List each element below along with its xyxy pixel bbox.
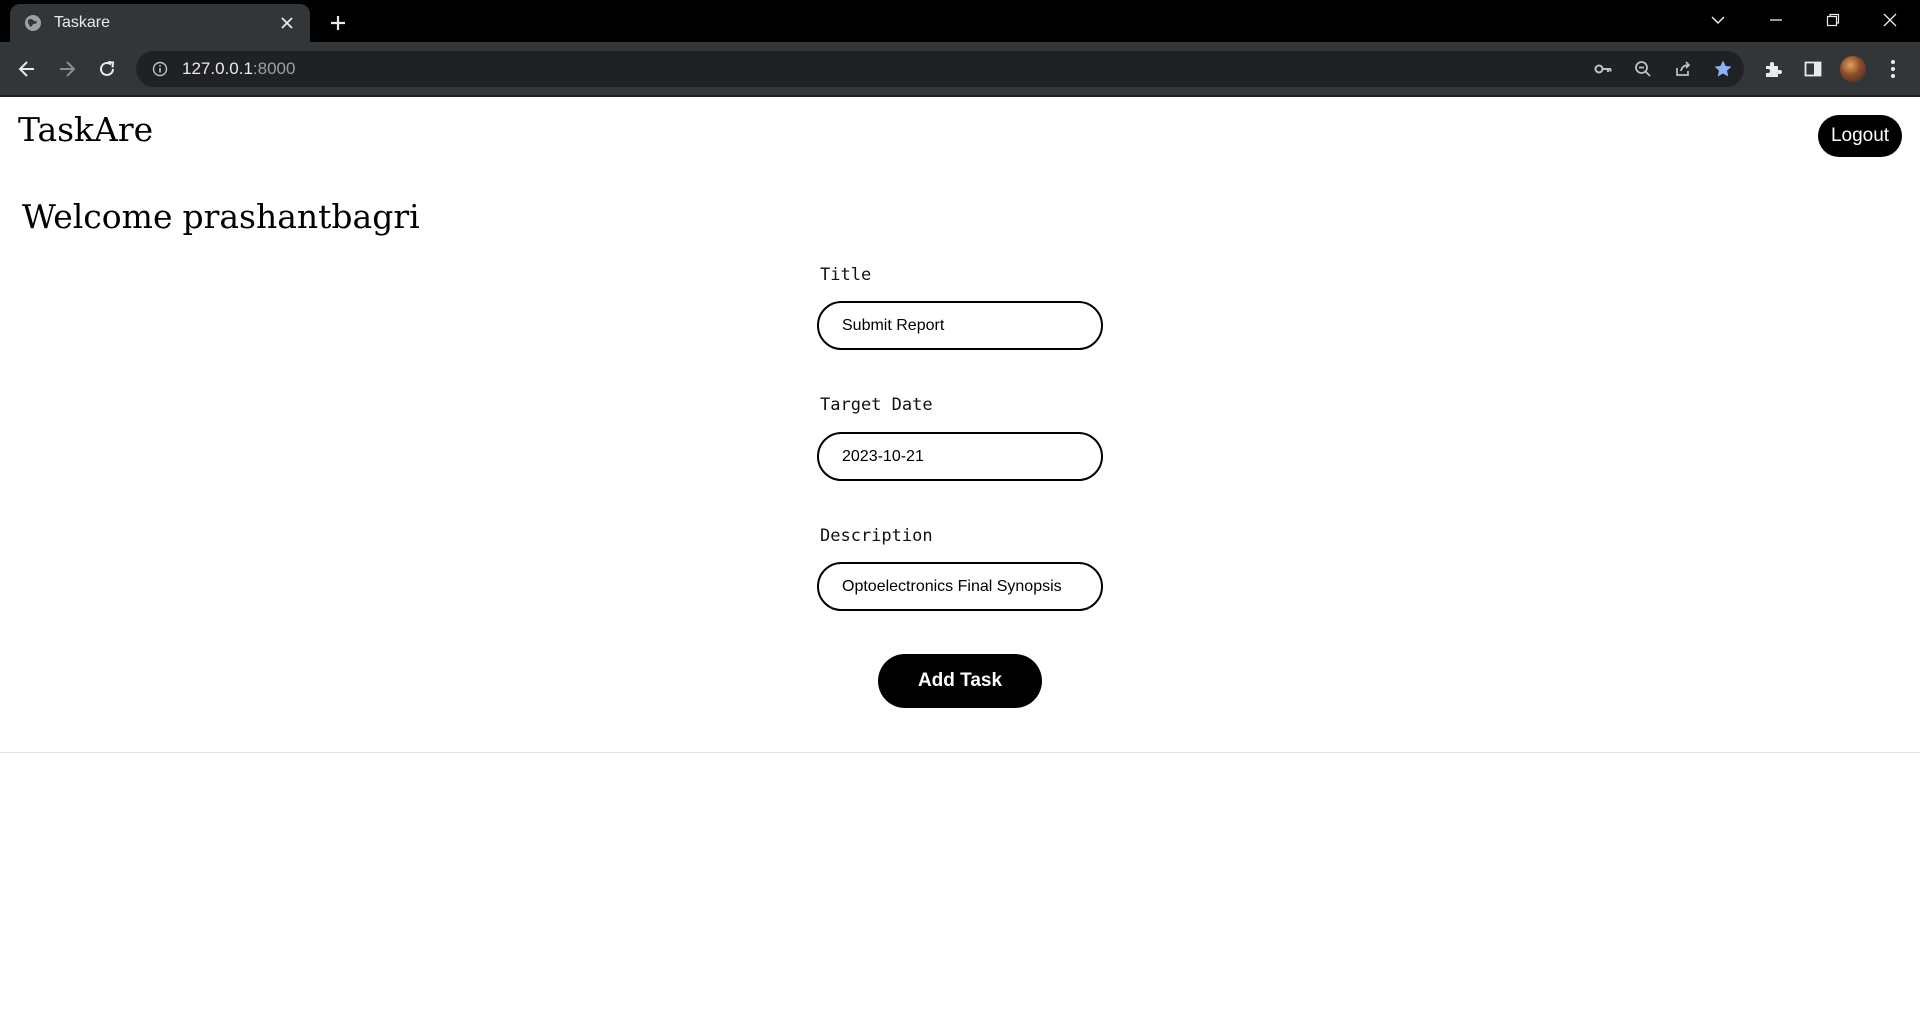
welcome-username: prashantbagri: [182, 197, 420, 236]
restore-icon[interactable]: [1811, 4, 1855, 36]
profile-avatar[interactable]: [1837, 53, 1869, 85]
welcome-prefix: Welcome: [22, 197, 173, 236]
avatar: [1840, 56, 1866, 82]
new-tab-button[interactable]: [324, 9, 352, 37]
title-input[interactable]: [817, 301, 1103, 350]
more-menu-icon[interactable]: [1877, 53, 1909, 85]
title-label: Title: [820, 265, 872, 285]
url-text: 127.0.0.1:8000: [182, 59, 295, 79]
url-port: :8000: [252, 59, 296, 78]
divider: [0, 752, 1920, 753]
back-icon[interactable]: [11, 53, 43, 85]
share-icon[interactable]: [1667, 53, 1699, 85]
target-date-label: Target Date: [820, 395, 933, 415]
info-icon[interactable]: [150, 59, 170, 79]
side-panel-icon[interactable]: [1797, 53, 1829, 85]
globe-icon: [24, 14, 42, 32]
welcome-heading: Welcome prashantbagri: [22, 197, 420, 236]
description-input[interactable]: [817, 562, 1103, 611]
extensions-icon[interactable]: [1757, 53, 1789, 85]
tab-title: Taskare: [54, 14, 111, 31]
browser-tab[interactable]: Taskare: [10, 4, 310, 42]
description-label: Description: [820, 526, 933, 546]
reload-icon[interactable]: [91, 53, 123, 85]
forward-icon[interactable]: [51, 53, 83, 85]
browser-toolbar: 127.0.0.1:8000: [0, 42, 1920, 95]
add-task-button[interactable]: Add Task: [878, 654, 1042, 708]
address-bar[interactable]: 127.0.0.1:8000: [136, 51, 1744, 87]
tab-search-icon[interactable]: [1696, 4, 1740, 36]
bookmark-star-icon[interactable]: [1707, 53, 1739, 85]
zoom-out-icon[interactable]: [1627, 53, 1659, 85]
close-icon[interactable]: [278, 14, 296, 32]
browser-tabstrip: Taskare: [0, 0, 1920, 42]
target-date-input[interactable]: [817, 432, 1103, 481]
minimize-icon[interactable]: [1754, 4, 1798, 36]
url-host: 127.0.0.1: [182, 59, 253, 78]
key-icon[interactable]: [1587, 53, 1619, 85]
brand-logo[interactable]: TaskAre: [18, 110, 153, 149]
window-close-icon[interactable]: [1868, 4, 1912, 36]
logout-button[interactable]: Logout: [1818, 115, 1902, 157]
page-content: TaskAre Logout Welcome prashantbagri Titl…: [0, 97, 1920, 1019]
